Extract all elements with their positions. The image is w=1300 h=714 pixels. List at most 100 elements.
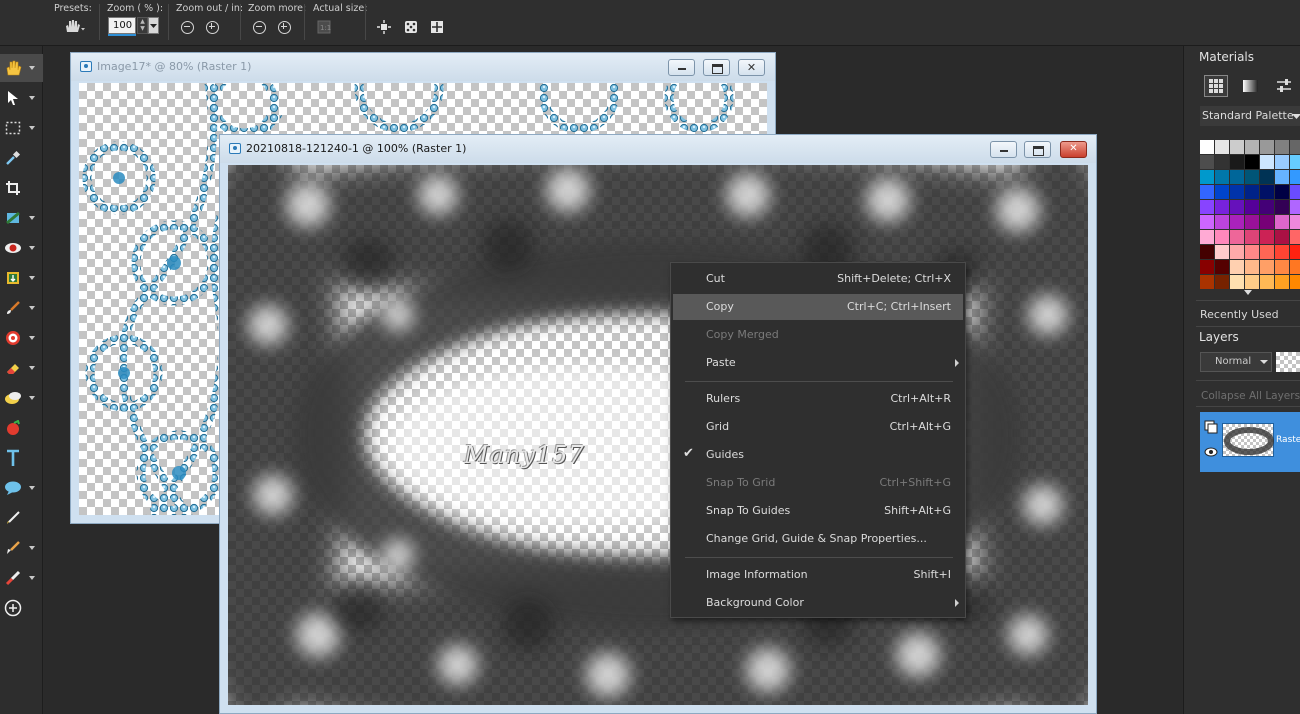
fit-all-button[interactable] bbox=[428, 18, 446, 36]
zoom-dropdown-button[interactable] bbox=[148, 17, 159, 34]
color-swatch[interactable] bbox=[1275, 215, 1289, 229]
properties-tab[interactable] bbox=[1272, 75, 1296, 97]
tool-straighten[interactable] bbox=[0, 204, 43, 232]
color-swatch[interactable] bbox=[1290, 155, 1300, 169]
color-swatch[interactable] bbox=[1275, 275, 1289, 289]
menu-item-paste[interactable]: Paste bbox=[673, 350, 963, 376]
color-swatch[interactable] bbox=[1215, 155, 1229, 169]
zoom-percent-input[interactable]: 100 bbox=[108, 17, 136, 34]
color-swatch[interactable] bbox=[1215, 215, 1229, 229]
color-swatch[interactable] bbox=[1260, 140, 1274, 154]
layer-group-icon[interactable] bbox=[1204, 420, 1218, 434]
color-swatch[interactable] bbox=[1215, 260, 1229, 274]
zoom-more-out-button[interactable] bbox=[250, 18, 268, 36]
tool-color-ball[interactable] bbox=[0, 414, 43, 442]
color-swatch[interactable] bbox=[1245, 245, 1259, 259]
color-swatch[interactable] bbox=[1230, 245, 1244, 259]
color-swatch[interactable] bbox=[1290, 230, 1300, 244]
maximize-button[interactable] bbox=[1024, 141, 1051, 158]
menu-item-background-color[interactable]: Background Color bbox=[673, 590, 963, 616]
presets-dropdown[interactable] bbox=[62, 17, 86, 35]
color-swatch[interactable] bbox=[1260, 200, 1274, 214]
tool-pen[interactable] bbox=[0, 504, 43, 532]
color-swatch[interactable] bbox=[1200, 245, 1214, 259]
color-swatch[interactable] bbox=[1275, 155, 1289, 169]
color-swatch[interactable] bbox=[1245, 275, 1259, 289]
color-swatch[interactable] bbox=[1290, 275, 1300, 289]
fit-image-button[interactable] bbox=[402, 18, 420, 36]
layer-row-raster-1[interactable]: Raster 1 bbox=[1200, 412, 1300, 472]
tool-shape[interactable] bbox=[0, 474, 43, 502]
window-titlebar[interactable]: Image17* @ 80% (Raster 1) ✕ bbox=[71, 53, 775, 81]
zoom-in-button[interactable] bbox=[203, 18, 221, 36]
menu-item-copy-merged[interactable]: Copy Merged bbox=[673, 322, 963, 348]
color-swatch[interactable] bbox=[1215, 275, 1229, 289]
collapse-all-layers-button[interactable]: Collapse All Layers bbox=[1201, 390, 1300, 402]
menu-item-guides[interactable]: ✔ Guides bbox=[673, 442, 963, 468]
tool-warp-brush[interactable] bbox=[0, 534, 43, 562]
palette-scroll-down-icon[interactable] bbox=[1244, 290, 1252, 295]
color-swatch[interactable] bbox=[1215, 170, 1229, 184]
swatches-tab[interactable] bbox=[1204, 75, 1228, 97]
visibility-eye-icon[interactable] bbox=[1204, 446, 1218, 458]
menu-item-image-information[interactable]: Image Information Shift+I bbox=[673, 562, 963, 588]
color-swatch[interactable] bbox=[1260, 275, 1274, 289]
color-swatch[interactable] bbox=[1290, 170, 1300, 184]
color-swatch[interactable] bbox=[1260, 260, 1274, 274]
color-swatch[interactable] bbox=[1230, 140, 1244, 154]
color-swatch[interactable] bbox=[1245, 170, 1259, 184]
color-swatch[interactable] bbox=[1215, 230, 1229, 244]
color-swatch[interactable] bbox=[1230, 185, 1244, 199]
color-swatch[interactable] bbox=[1215, 200, 1229, 214]
menu-item-grid-guide-snap-properties[interactable]: Change Grid, Guide & Snap Properties... bbox=[673, 526, 963, 552]
tool-text[interactable] bbox=[0, 444, 43, 472]
actual-size-button[interactable]: 1:1 bbox=[315, 18, 333, 36]
color-swatch[interactable] bbox=[1260, 155, 1274, 169]
minimize-button[interactable] bbox=[668, 59, 695, 76]
tool-target[interactable] bbox=[0, 324, 43, 352]
menu-item-grid[interactable]: Grid Ctrl+Alt+G bbox=[673, 414, 963, 440]
color-swatch[interactable] bbox=[1200, 185, 1214, 199]
tool-selection[interactable] bbox=[0, 114, 43, 142]
maximize-button[interactable] bbox=[703, 59, 730, 76]
color-swatch[interactable] bbox=[1290, 200, 1300, 214]
color-swatch[interactable] bbox=[1245, 200, 1259, 214]
tool-eraser[interactable] bbox=[0, 354, 43, 382]
color-swatch[interactable] bbox=[1230, 260, 1244, 274]
color-swatch[interactable] bbox=[1260, 170, 1274, 184]
tool-smudge[interactable] bbox=[0, 564, 43, 592]
color-swatch[interactable] bbox=[1290, 245, 1300, 259]
tool-fill[interactable] bbox=[0, 384, 43, 412]
color-swatch[interactable] bbox=[1245, 155, 1259, 169]
color-swatch[interactable] bbox=[1260, 185, 1274, 199]
color-swatch[interactable] bbox=[1230, 230, 1244, 244]
color-swatch[interactable] bbox=[1275, 170, 1289, 184]
color-swatch[interactable] bbox=[1260, 230, 1274, 244]
color-swatch[interactable] bbox=[1290, 215, 1300, 229]
tool-crop[interactable] bbox=[0, 174, 43, 202]
zoom-out-button[interactable] bbox=[178, 18, 196, 36]
color-swatch[interactable] bbox=[1275, 200, 1289, 214]
zoom-spinner[interactable]: ▲ ▼ bbox=[137, 17, 148, 34]
color-swatch[interactable] bbox=[1215, 245, 1229, 259]
palette-select[interactable]: Standard Palette bbox=[1200, 106, 1300, 126]
color-swatch[interactable] bbox=[1260, 245, 1274, 259]
color-swatch[interactable] bbox=[1260, 215, 1274, 229]
color-swatch[interactable] bbox=[1200, 275, 1214, 289]
close-button[interactable] bbox=[1060, 141, 1087, 158]
color-swatch[interactable] bbox=[1200, 215, 1214, 229]
color-swatch[interactable] bbox=[1230, 200, 1244, 214]
color-swatch[interactable] bbox=[1245, 140, 1259, 154]
color-swatch[interactable] bbox=[1245, 260, 1259, 274]
fit-window-button[interactable] bbox=[375, 18, 393, 36]
menu-item-snap-to-grid[interactable]: Snap To Grid Ctrl+Shift+G bbox=[673, 470, 963, 496]
color-swatch[interactable] bbox=[1230, 215, 1244, 229]
color-swatch[interactable] bbox=[1230, 155, 1244, 169]
tool-clone[interactable] bbox=[0, 264, 43, 292]
color-swatch[interactable] bbox=[1275, 260, 1289, 274]
close-button[interactable]: ✕ bbox=[738, 59, 765, 76]
tool-dropper[interactable] bbox=[0, 144, 43, 172]
color-swatch[interactable] bbox=[1200, 230, 1214, 244]
zoom-more-in-button[interactable] bbox=[275, 18, 293, 36]
color-swatch[interactable] bbox=[1230, 275, 1244, 289]
